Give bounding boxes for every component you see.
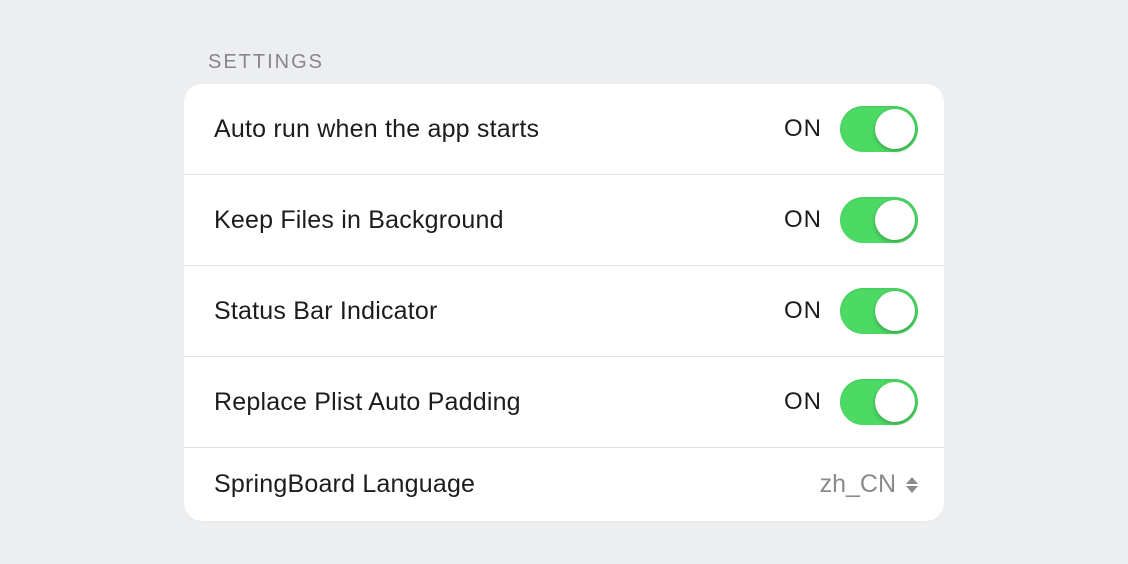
toggle-knob (875, 382, 915, 422)
setting-state-text: ON (784, 115, 822, 143)
language-value: zh_CN (820, 470, 896, 499)
setting-row-plist-padding: Replace Plist Auto Padding ON (184, 357, 944, 448)
toggle-plist-padding[interactable] (840, 379, 918, 425)
setting-label: Status Bar Indicator (214, 297, 438, 326)
section-header: SETTINGS (208, 51, 944, 74)
toggle-knob (875, 109, 915, 149)
setting-right: ON (784, 288, 918, 334)
setting-right: ON (784, 106, 918, 152)
setting-label: Auto run when the app starts (214, 115, 539, 144)
setting-label: SpringBoard Language (214, 470, 475, 499)
language-select[interactable]: zh_CN (820, 470, 918, 499)
setting-state-text: ON (784, 388, 822, 416)
setting-right: ON (784, 197, 918, 243)
setting-label: Replace Plist Auto Padding (214, 388, 521, 417)
setting-right: ON (784, 379, 918, 425)
toggle-keep-files[interactable] (840, 197, 918, 243)
settings-container: SETTINGS Auto run when the app starts ON… (184, 43, 944, 521)
setting-state-text: ON (784, 297, 822, 325)
toggle-autorun[interactable] (840, 106, 918, 152)
setting-row-keep-files: Keep Files in Background ON (184, 175, 944, 266)
setting-row-autorun: Auto run when the app starts ON (184, 84, 944, 175)
setting-row-language[interactable]: SpringBoard Language zh_CN (184, 448, 944, 521)
toggle-knob (875, 291, 915, 331)
setting-row-status-bar: Status Bar Indicator ON (184, 266, 944, 357)
setting-label: Keep Files in Background (214, 206, 504, 235)
settings-card: Auto run when the app starts ON Keep Fil… (184, 84, 944, 521)
toggle-status-bar[interactable] (840, 288, 918, 334)
toggle-knob (875, 200, 915, 240)
setting-state-text: ON (784, 206, 822, 234)
chevron-up-down-icon (906, 477, 918, 493)
